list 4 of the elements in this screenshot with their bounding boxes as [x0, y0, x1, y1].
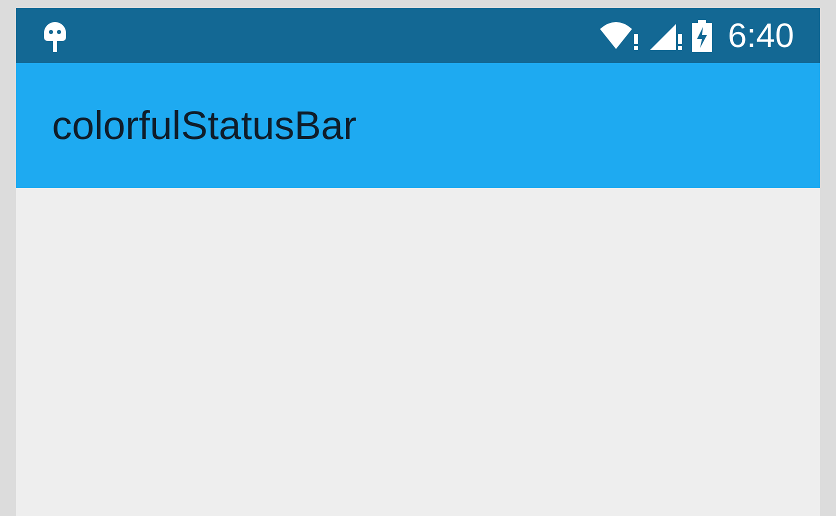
battery-charging-icon [692, 20, 712, 52]
app-title: colorfulStatusBar [52, 102, 357, 150]
clock-time: 6:40 [728, 18, 794, 52]
wifi-icon [600, 20, 640, 50]
